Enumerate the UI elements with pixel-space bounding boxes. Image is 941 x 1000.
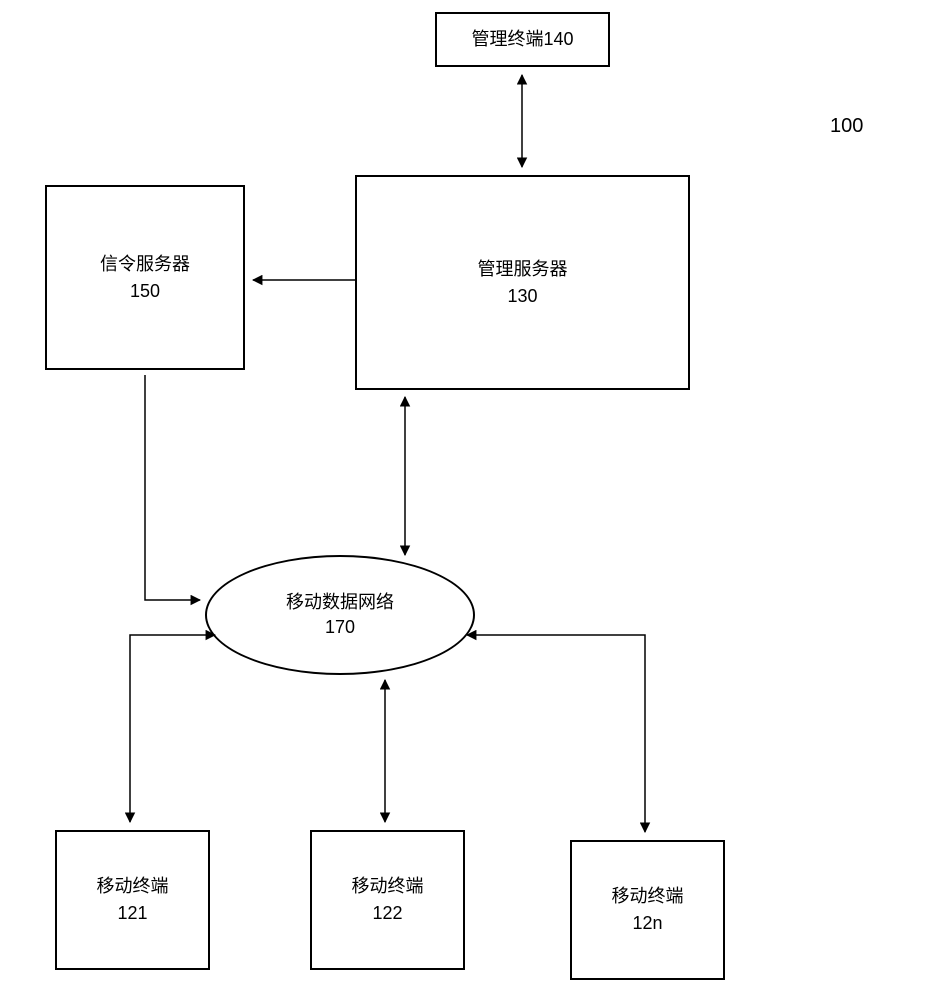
mobile-terminal-1-name: 移动终端 xyxy=(97,873,169,900)
signaling-server-name: 信令服务器 xyxy=(100,251,190,278)
management-server-box: 管理服务器 130 xyxy=(355,175,690,390)
arrow-network-terminal1 xyxy=(130,635,215,822)
mobile-data-network-id: 170 xyxy=(325,615,355,640)
mobile-terminal-n-name: 移动终端 xyxy=(612,883,684,910)
arrow-network-terminaln xyxy=(467,635,645,832)
arrow-signaling-network xyxy=(145,375,200,600)
management-server-id: 130 xyxy=(507,283,537,310)
mobile-terminal-2-id: 122 xyxy=(372,900,402,927)
mobile-data-network-name: 移动数据网络 xyxy=(286,590,394,615)
mobile-terminal-n-id: 12n xyxy=(632,910,662,937)
management-server-name: 管理服务器 xyxy=(478,256,568,283)
mobile-terminal-2-box: 移动终端 122 xyxy=(310,830,465,970)
mobile-terminal-2-name: 移动终端 xyxy=(352,873,424,900)
management-terminal-box: 管理终端140 xyxy=(435,12,610,67)
mobile-terminal-1-id: 121 xyxy=(117,900,147,927)
signaling-server-box: 信令服务器 150 xyxy=(45,185,245,370)
diagram-label: 100 xyxy=(830,115,863,138)
signaling-server-id: 150 xyxy=(130,278,160,305)
mobile-data-network-ellipse: 移动数据网络 170 xyxy=(205,555,475,675)
management-terminal-label: 管理终端140 xyxy=(471,26,573,53)
mobile-terminal-1-box: 移动终端 121 xyxy=(55,830,210,970)
mobile-terminal-n-box: 移动终端 12n xyxy=(570,840,725,980)
